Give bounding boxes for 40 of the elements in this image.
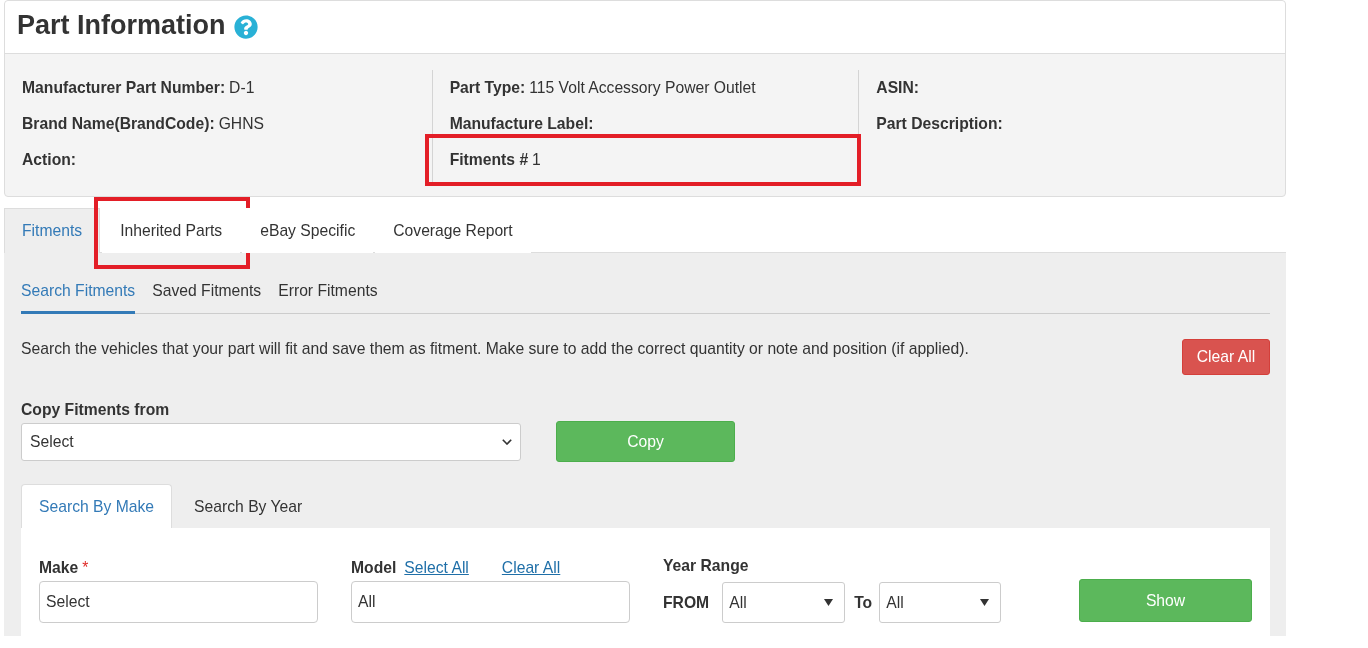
field-label: ASIN: [876,79,920,97]
chevron-down-icon [502,438,512,445]
tab[interactable]: eBay Specific [242,208,374,253]
field-value: D-1 [229,79,255,97]
caret-down-icon [980,599,990,606]
field-label: Make [39,558,79,578]
field-label: Year Range [663,556,749,576]
copy-fitments-select[interactable]: Select [21,422,521,461]
sub-tab[interactable]: Search Fitments [21,273,136,314]
field-label: Brand Name(BrandCode): [22,115,215,133]
field-label: Action: [22,151,77,169]
copy-fitments-label: Copy Fitments from [21,400,170,420]
field-label: To [854,593,873,612]
page-title: Part Information [17,9,226,41]
field-label: Part Type: [449,79,526,97]
link[interactable]: Clear All [501,558,561,578]
field-label: Model [351,558,397,578]
year-from-select[interactable]: All [722,582,846,623]
instruction-text: Search the vehicles that your part will fit and save them as fitment. Make sure to add the correct quantity or note and position (if applied). [21,339,969,359]
field-label: Manufacture Label: [449,115,594,133]
model-field[interactable]: All [351,581,630,623]
tab[interactable]: Search By Make [21,484,173,528]
field-label: Part Description: [876,115,1003,133]
field-value: 1 [532,151,541,169]
sub-tab[interactable]: Saved Fitments [152,273,262,314]
tab[interactable]: Search By Year [176,484,321,528]
year-to-select[interactable]: All [879,582,1002,623]
help-icon[interactable] [233,15,258,39]
tab[interactable]: Fitments [4,208,101,253]
caret-down-icon [824,599,834,606]
make-field[interactable]: Select [39,581,318,623]
field-value: 115 Volt Accessory Power Outlet [529,79,756,97]
sub-tab[interactable]: Error Fitments [278,273,378,314]
link[interactable]: Select All [404,558,469,578]
field-label: Fitments # [449,151,529,169]
field-label: Manufacturer Part Number: [22,79,226,97]
clear-all-button[interactable]: Clear All [1182,339,1270,375]
field-value: GHNS [218,115,264,133]
field-label: FROM [663,593,710,612]
required-mark: * [82,558,89,578]
